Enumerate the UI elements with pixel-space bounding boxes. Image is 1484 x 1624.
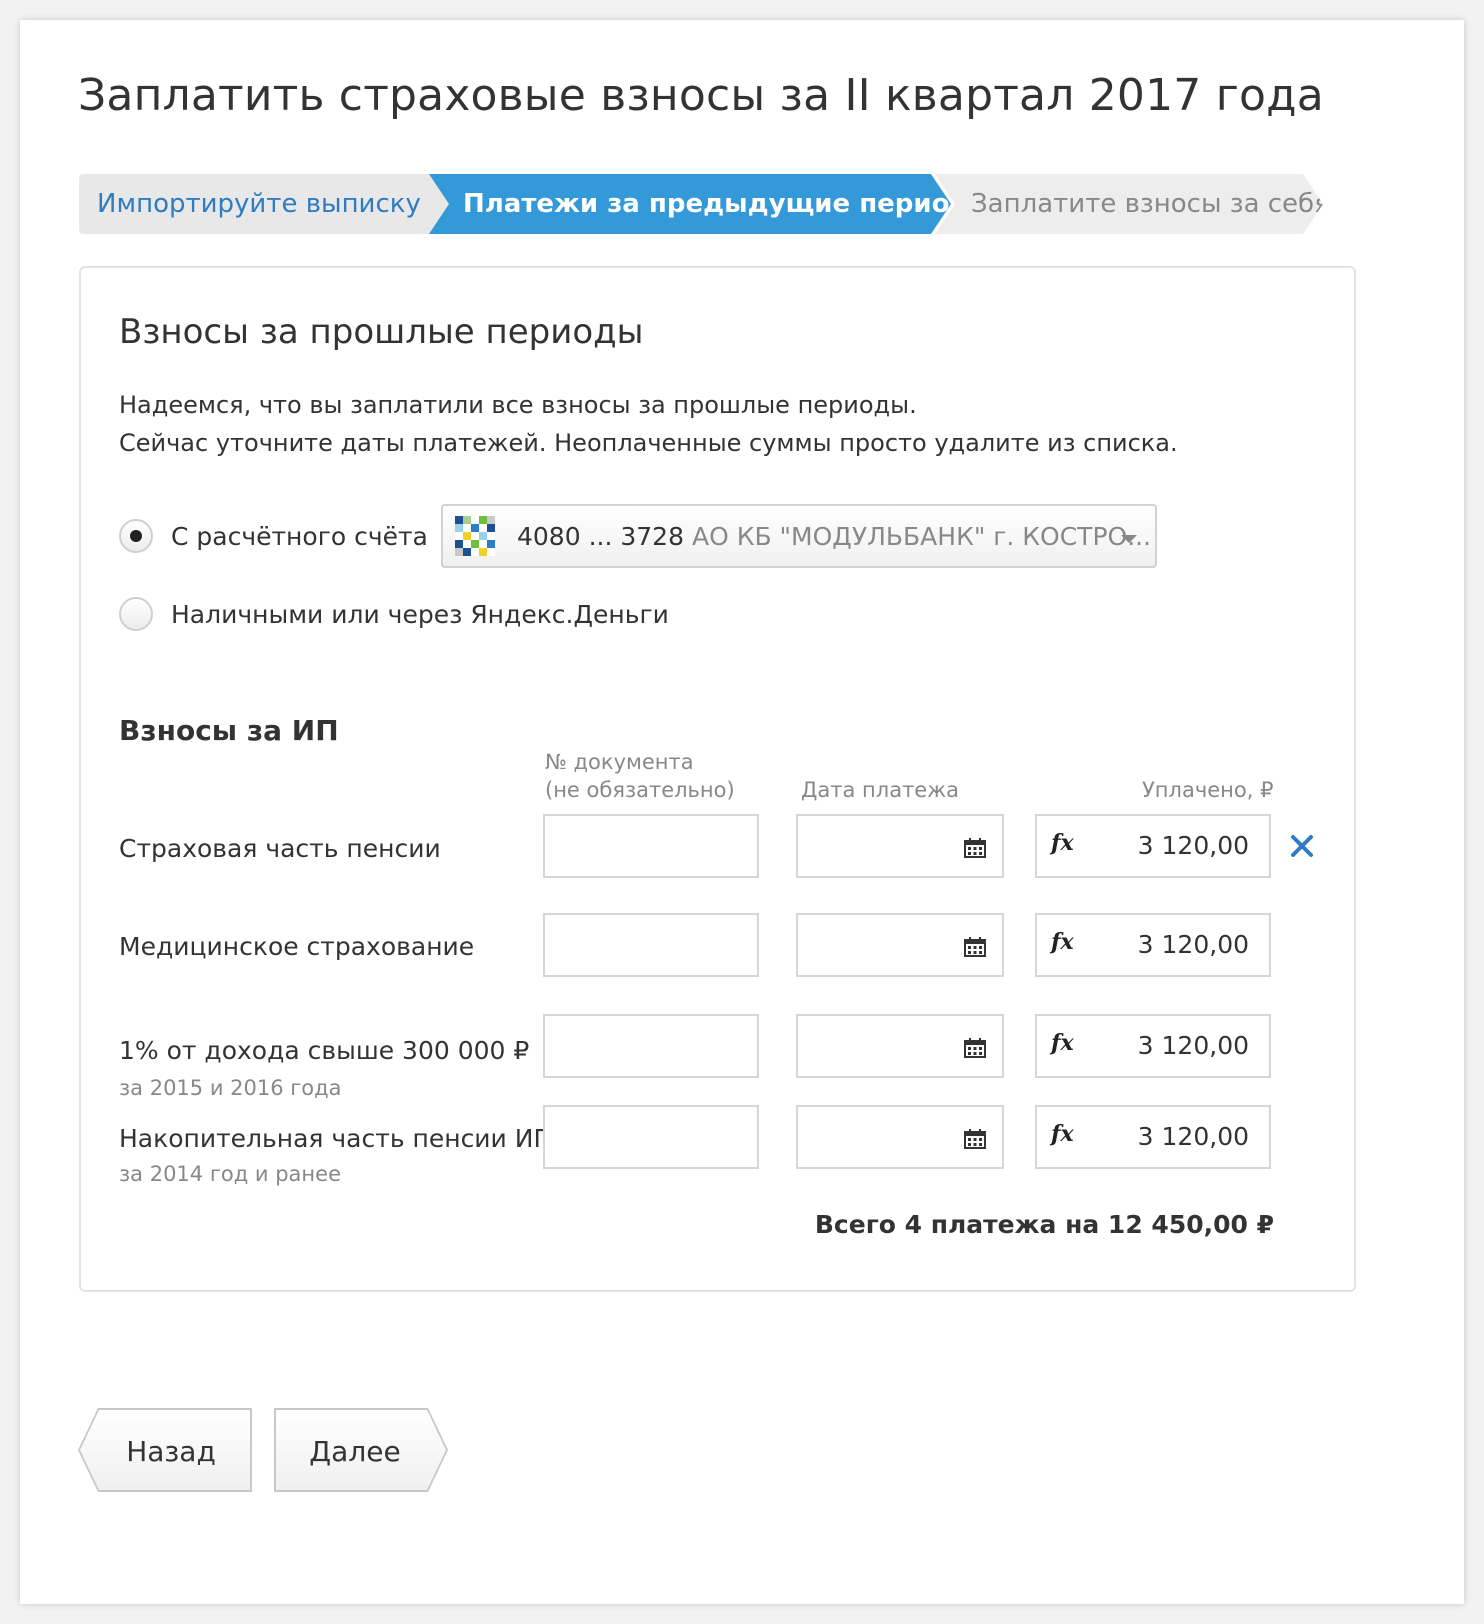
calendar-icon[interactable]	[964, 1129, 986, 1149]
row-label-one-percent: 1% от дохода свыше 300 000 ₽	[119, 1036, 530, 1065]
chevron-down-icon	[1121, 535, 1137, 543]
account-select[interactable]: 4080 ... 3728 АО КБ "МОДУЛЬБАНК" г. КОСТ…	[441, 504, 1157, 568]
next-button[interactable]: Далее	[274, 1408, 448, 1492]
column-header-paid: Уплачено, ₽	[1142, 778, 1274, 802]
paid-sum-value: 3 120,00	[1137, 930, 1249, 959]
description-line: Надеемся, что вы заплатили все взносы за…	[119, 391, 917, 419]
radio-label: С расчётного счёта	[171, 521, 428, 551]
total-summary: Всего 4 платежа на 12 450,00 ₽	[814, 1210, 1274, 1239]
page-title: Заплатить страховые взносы за II квартал…	[78, 70, 1324, 121]
radio-button-checked[interactable]	[119, 519, 153, 553]
back-button[interactable]: Назад	[78, 1408, 252, 1492]
radio-from-account[interactable]: С расчётного счёта	[119, 516, 428, 556]
past-periods-card: Взносы за прошлые периоды Надеемся, что …	[79, 266, 1356, 1292]
close-icon[interactable]	[1287, 831, 1317, 861]
section-title: Взносы за прошлые периоды	[119, 312, 644, 352]
column-header-doc: № документа (не обязательно)	[545, 748, 735, 804]
fx-icon[interactable]: fx	[1051, 830, 1074, 856]
paid-sum-value: 3 120,00	[1137, 1031, 1249, 1060]
paid-sum-input[interactable]: fx 3 120,00	[1035, 1014, 1271, 1078]
fx-icon[interactable]: fx	[1051, 929, 1074, 955]
description-line: Сейчас уточните даты платежей. Неоплачен…	[119, 429, 1178, 457]
column-header-doc-line: (не обязательно)	[545, 778, 735, 802]
paid-sum-input[interactable]: fx 3 120,00	[1035, 1105, 1271, 1169]
contributions-title: Взносы за ИП	[119, 714, 339, 747]
payment-date-input[interactable]	[796, 1105, 1004, 1169]
step-import-statement[interactable]: Импортируйте выписку	[79, 174, 455, 234]
payment-date-input[interactable]	[796, 1014, 1004, 1078]
next-button-label: Далее	[276, 1410, 446, 1490]
paid-sum-value: 3 120,00	[1137, 831, 1249, 860]
paid-sum-input[interactable]: fx 3 120,00	[1035, 814, 1271, 878]
payment-date-input[interactable]	[796, 814, 1004, 878]
stepper: Импортируйте выписку Платежи за предыдущ…	[79, 174, 1379, 234]
page: Заплатить страховые взносы за II квартал…	[20, 20, 1464, 1604]
radio-button-unchecked[interactable]	[119, 597, 153, 631]
account-bank-name: АО КБ "МОДУЛЬБАНК" г. КОСТРО...	[691, 521, 1152, 551]
doc-number-input[interactable]	[543, 913, 759, 977]
description: Надеемся, что вы заплатили все взносы за…	[119, 386, 1178, 462]
radio-label: Наличными или через Яндекс.Деньги	[171, 599, 669, 629]
account-number: 4080 ... 3728	[517, 521, 684, 551]
paid-sum-input[interactable]: fx 3 120,00	[1035, 913, 1271, 977]
fx-icon[interactable]: fx	[1051, 1030, 1074, 1056]
row-sublabel: за 2014 год и ранее	[119, 1162, 341, 1186]
column-header-date: Дата платежа	[801, 778, 960, 802]
row-sublabel: за 2015 и 2016 года	[119, 1076, 342, 1100]
row-label-pension-insurance: Страховая часть пенсии	[119, 834, 441, 863]
calendar-icon[interactable]	[964, 838, 986, 858]
row-label-medical-insurance: Медицинское страхование	[119, 932, 475, 961]
payment-date-input[interactable]	[796, 913, 1004, 977]
calendar-icon[interactable]	[964, 1038, 986, 1058]
fx-icon[interactable]: fx	[1051, 1121, 1074, 1147]
column-header-doc-line: № документа	[545, 750, 694, 774]
doc-number-input[interactable]	[543, 1014, 759, 1078]
step-previous-payments[interactable]: Платежи за предыдущие периоды	[429, 174, 951, 234]
back-button-label: Назад	[80, 1410, 250, 1490]
row-label-funded-pension: Накопительная часть пенсии ИП	[119, 1124, 553, 1153]
paid-sum-value: 3 120,00	[1137, 1122, 1249, 1151]
calendar-icon[interactable]	[964, 937, 986, 957]
doc-number-input[interactable]	[543, 1105, 759, 1169]
step-pay-contributions: Заплатите взносы за себя	[935, 174, 1323, 234]
bank-logo-icon	[455, 516, 495, 556]
radio-cash-yandex[interactable]: Наличными или через Яндекс.Деньги	[119, 594, 669, 634]
doc-number-input[interactable]	[543, 814, 759, 878]
